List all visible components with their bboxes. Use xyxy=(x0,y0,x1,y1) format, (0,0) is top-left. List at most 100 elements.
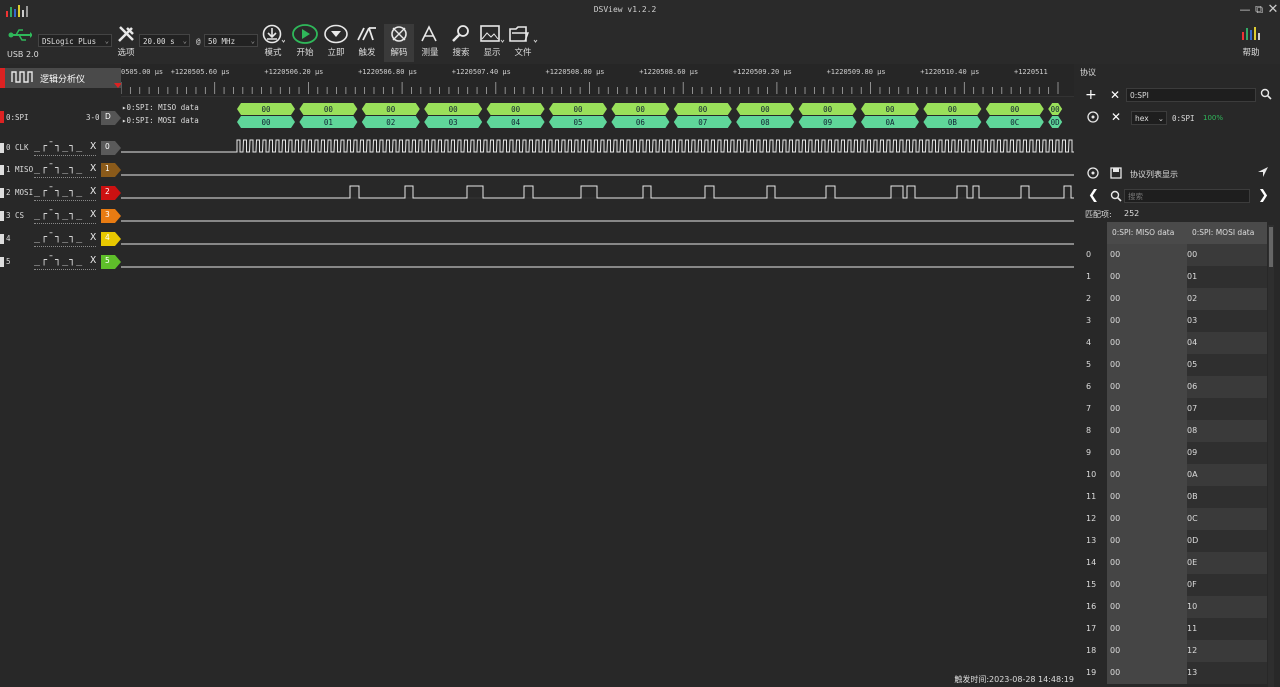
channel-tag[interactable]: 3 xyxy=(101,209,121,223)
decode-button[interactable]: 解码 xyxy=(384,24,414,62)
miso-annotation-value: 00 xyxy=(885,105,895,114)
time-ruler[interactable]: 0505.00 μs +1220505.60 μs +1220506.20 μs +1… xyxy=(121,64,1074,97)
trigger-selector[interactable]: _┌¯┐_┐_ X xyxy=(34,141,97,152)
waveform-area[interactable] xyxy=(121,130,1074,275)
list-row[interactable]: 13 00 0D xyxy=(1077,530,1267,552)
miso-annotation-value: 00 xyxy=(636,105,646,114)
channel-tag[interactable]: 1 xyxy=(101,163,121,177)
close-icon[interactable]: ✕ xyxy=(1266,3,1280,17)
trigger-selector[interactable]: _┌¯┐_┐_ X xyxy=(34,186,97,197)
help-button[interactable]: 帮助 xyxy=(1236,24,1266,58)
list-scrollbar[interactable] xyxy=(1268,225,1274,687)
sample-rate-select[interactable]: 50 MHz ⌄ xyxy=(204,34,258,47)
trigger-selector[interactable]: _┌¯┐_┐_ X xyxy=(34,209,97,220)
list-row[interactable]: 9 00 09 xyxy=(1077,442,1267,464)
protocol-title: 协议 xyxy=(1080,68,1096,77)
channel-tag[interactable]: 5 xyxy=(101,255,121,269)
decoder-search-icon[interactable] xyxy=(1260,88,1272,103)
prev-match-icon[interactable]: ❮ xyxy=(1088,188,1099,203)
list-row[interactable]: 8 00 08 xyxy=(1077,420,1267,442)
channel-row[interactable]: 1 MISO _┌¯┐_┐_ X 1 xyxy=(0,163,121,183)
decoder-search-input[interactable]: 0:SPI xyxy=(1126,88,1256,102)
decoder-settings-icon[interactable] xyxy=(1087,111,1099,126)
decode-annotations[interactable]: 00 00 00 01 00 02 00 03 00 04 00 05 00 06 00 07 00 08 00 09… xyxy=(237,103,1077,133)
format-select[interactable]: hex ⌄ xyxy=(1131,111,1167,125)
list-row[interactable]: 17 00 11 xyxy=(1077,618,1267,640)
row-mosi: 06 xyxy=(1187,382,1198,391)
channel-tag[interactable]: 4 xyxy=(101,232,121,246)
download-icon xyxy=(262,24,285,44)
list-row[interactable]: 1 00 01 xyxy=(1077,266,1267,288)
channel-row[interactable]: 5 _┌¯┐_┐_ X 5 xyxy=(0,255,121,275)
list-row[interactable]: 10 00 0A xyxy=(1077,464,1267,486)
list-row[interactable]: 7 00 07 xyxy=(1077,398,1267,420)
display-button[interactable]: 显示 xyxy=(477,24,507,58)
list-row[interactable]: 11 00 0B xyxy=(1077,486,1267,508)
channel-tag[interactable]: 2 xyxy=(101,186,121,200)
list-row[interactable]: 0 00 00 xyxy=(1077,244,1267,266)
channel-row[interactable]: 0 CLK _┌¯┐_┐_ X 0 xyxy=(0,141,121,161)
col-header-miso[interactable]: 0:SPI: MISO data xyxy=(1112,228,1174,237)
search-button[interactable]: 搜索 xyxy=(446,24,476,58)
list-row[interactable]: 18 00 12 xyxy=(1077,640,1267,662)
list-row[interactable]: 15 00 0F xyxy=(1077,574,1267,596)
channel-tag-label: 1 xyxy=(105,164,110,173)
trigger-selector[interactable]: _┌¯┐_┐_ X xyxy=(34,255,97,266)
channel-color xyxy=(0,257,4,267)
row-miso: 00 xyxy=(1110,360,1121,369)
channel-row[interactable]: 3 CS _┌¯┐_┐_ X 3 xyxy=(0,209,121,229)
miso-annotation-value: 00 xyxy=(1010,105,1020,114)
trigger-selector[interactable]: _┌¯┐_┐_ X xyxy=(34,163,97,174)
channel-color xyxy=(0,143,4,153)
minimize-icon[interactable]: — xyxy=(1238,3,1252,17)
list-row[interactable]: 14 00 0E xyxy=(1077,552,1267,574)
row-miso: 00 xyxy=(1110,272,1121,281)
navigate-icon[interactable] xyxy=(1257,166,1269,181)
trigger-underline xyxy=(34,246,96,247)
list-search-input[interactable] xyxy=(1124,189,1250,203)
row-index: 5 xyxy=(1086,360,1092,369)
add-decoder-icon[interactable]: + xyxy=(1085,87,1097,103)
list-settings-icon[interactable] xyxy=(1087,167,1099,182)
row-miso: 00 xyxy=(1110,426,1121,435)
next-match-icon[interactable]: ❯ xyxy=(1258,188,1269,203)
trigger-selector[interactable]: _┌¯┐_┐_ X xyxy=(34,232,97,243)
col-header-mosi[interactable]: 0:SPI: MOSI data xyxy=(1192,228,1254,237)
start-button[interactable]: 开始 xyxy=(290,24,320,58)
decoder-tag[interactable]: D xyxy=(101,111,121,125)
trigger-button[interactable]: 触发 xyxy=(352,24,382,58)
measure-button[interactable]: 测量 xyxy=(415,24,445,58)
list-title: 协议列表显示 xyxy=(1130,170,1178,179)
sample-time-select[interactable]: 20.00 s ⌄ xyxy=(139,34,190,47)
mode-button[interactable]: 模式 xyxy=(258,24,288,58)
list-row[interactable]: 3 00 03 xyxy=(1077,310,1267,332)
list-row[interactable]: 16 00 10 xyxy=(1077,596,1267,618)
device-select[interactable]: DSLogic PLus ⌄ xyxy=(38,34,112,47)
channel-row[interactable]: 2 MOSI _┌¯┐_┐_ X 2 xyxy=(0,186,121,206)
row-miso: 00 xyxy=(1110,448,1121,457)
restore-icon[interactable]: ⧉ xyxy=(1252,3,1266,17)
list-row[interactable]: 12 00 0C xyxy=(1077,508,1267,530)
list-row[interactable]: 6 00 06 xyxy=(1077,376,1267,398)
list-row[interactable]: 5 00 05 xyxy=(1077,354,1267,376)
miso-annotation-value: 00 xyxy=(449,105,459,114)
save-icon[interactable] xyxy=(1110,167,1122,182)
miso-annotation-value: 00 xyxy=(261,105,271,114)
list-row[interactable]: 19 00 13 xyxy=(1077,662,1267,684)
channel-tag[interactable]: 0 xyxy=(101,141,121,155)
file-button[interactable]: 文件 xyxy=(508,24,538,58)
row-mosi: 02 xyxy=(1187,294,1198,303)
instant-button[interactable]: 立即 xyxy=(321,24,351,58)
list-row[interactable]: 2 00 02 xyxy=(1077,288,1267,310)
options-button[interactable]: 选项 xyxy=(111,24,141,58)
remove-decoder-icon[interactable]: ✕ xyxy=(1111,110,1121,124)
remove-all-icon[interactable]: ✕ xyxy=(1110,88,1120,102)
miso-annotation-value: 00 xyxy=(823,105,833,114)
channel-row[interactable]: 4 _┌¯┐_┐_ X 4 xyxy=(0,232,121,252)
list-row[interactable]: 4 00 04 xyxy=(1077,332,1267,354)
row-index: 18 xyxy=(1086,646,1097,655)
decoder-range: 3-0 xyxy=(86,113,100,122)
miso-annotation-value: 00 xyxy=(698,105,708,114)
trigger-label: 触发 xyxy=(358,48,376,58)
image-icon xyxy=(480,25,505,43)
